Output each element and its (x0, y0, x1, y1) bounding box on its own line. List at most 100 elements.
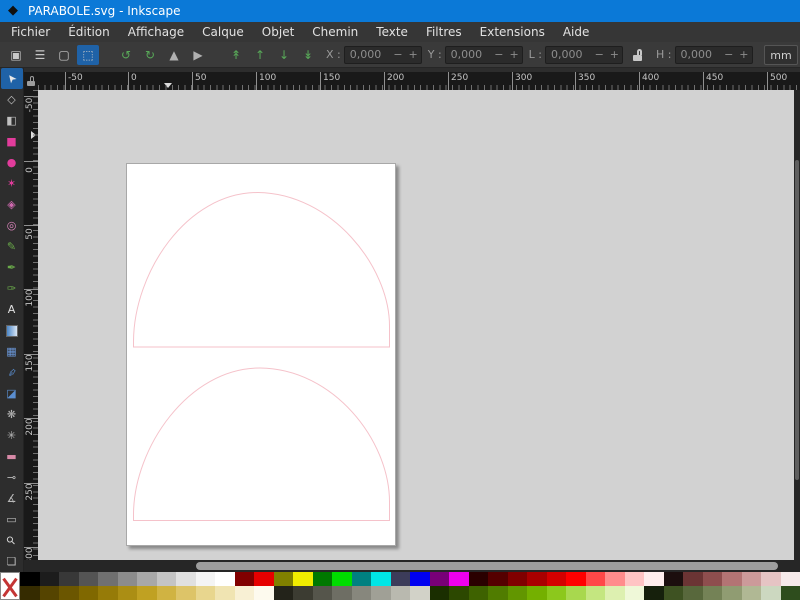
horizontal-ruler[interactable]: -50050100150200250300350400450500 (38, 72, 800, 90)
vertical-scrollbar[interactable] (794, 90, 800, 560)
color-swatch[interactable] (20, 586, 40, 600)
color-swatch[interactable] (235, 572, 255, 586)
color-swatch[interactable] (625, 586, 645, 600)
color-swatch[interactable] (313, 586, 333, 600)
color-swatch[interactable] (196, 572, 216, 586)
color-swatch[interactable] (547, 586, 567, 600)
measure-tool[interactable]: ∡ (1, 488, 23, 509)
menu-item-fichier[interactable]: Fichier (2, 23, 59, 41)
color-swatch[interactable] (469, 572, 489, 586)
lower-to-bottom-button[interactable]: ↡ (297, 45, 319, 65)
color-swatch[interactable] (644, 572, 664, 586)
ellipse-tool[interactable]: ● (1, 152, 23, 173)
text-tool[interactable]: A (1, 299, 23, 320)
paint-bucket-tool[interactable]: ◪ (1, 383, 23, 404)
vertical-ruler[interactable]: -50050100150200250300 (24, 90, 38, 560)
h-increment-button[interactable]: + (736, 48, 751, 61)
color-swatch[interactable] (254, 586, 274, 600)
node-tool[interactable]: ◇ (1, 89, 23, 110)
color-swatch[interactable] (605, 586, 625, 600)
color-swatch[interactable] (118, 586, 138, 600)
color-swatch[interactable] (488, 586, 508, 600)
rotate-ccw-button[interactable]: ↺ (115, 45, 137, 65)
menu-item-extensions[interactable]: Extensions (471, 23, 554, 41)
color-swatch[interactable] (196, 586, 216, 600)
color-swatch[interactable] (176, 586, 196, 600)
color-swatch[interactable] (430, 586, 450, 600)
color-swatch[interactable] (742, 586, 762, 600)
color-swatch[interactable] (98, 586, 118, 600)
menu-item-aide[interactable]: Aide (554, 23, 599, 41)
color-swatch[interactable] (79, 586, 99, 600)
spiral-tool[interactable]: ◎ (1, 215, 23, 236)
color-swatch[interactable] (40, 586, 60, 600)
eraser-tool[interactable]: ▬ (1, 446, 23, 467)
connector-tool[interactable]: ⊸ (1, 467, 23, 488)
vertical-scrollbar-thumb[interactable] (795, 160, 799, 480)
color-swatch[interactable] (332, 572, 352, 586)
l-increment-button[interactable]: + (607, 48, 622, 61)
menu-item-affichage[interactable]: Affichage (119, 23, 193, 41)
color-swatch[interactable] (761, 586, 781, 600)
raise-button[interactable]: ↑ (249, 45, 271, 65)
l-input[interactable]: 0,000−+ (545, 46, 623, 64)
color-swatch[interactable] (293, 572, 313, 586)
color-swatch[interactable] (683, 586, 703, 600)
horizontal-scrollbar[interactable] (24, 560, 800, 572)
color-swatch[interactable] (20, 572, 40, 586)
color-swatch[interactable] (644, 586, 664, 600)
box-3d-tool[interactable]: ◈ (1, 194, 23, 215)
color-swatch[interactable] (118, 572, 138, 586)
color-swatch[interactable] (371, 572, 391, 586)
page[interactable] (126, 163, 396, 546)
unit-selector[interactable]: mm (764, 45, 798, 65)
color-swatch[interactable] (722, 572, 742, 586)
x-decrement-button[interactable]: − (390, 48, 405, 61)
menu-item-edition[interactable]: Édition (59, 23, 119, 41)
pages-tool[interactable]: ❏ (1, 551, 23, 572)
color-swatch[interactable] (547, 572, 567, 586)
tweak-tool[interactable]: ❋ (1, 404, 23, 425)
y-increment-button[interactable]: + (506, 48, 521, 61)
ruler-corner[interactable] (24, 72, 38, 90)
dropper-tool[interactable]: ✑ (1, 362, 23, 383)
pencil-tool[interactable]: ✎ (1, 236, 23, 257)
color-swatch[interactable] (235, 586, 255, 600)
color-swatch[interactable] (79, 572, 99, 586)
color-swatch[interactable] (313, 572, 333, 586)
gradient-tool[interactable] (1, 320, 23, 341)
menu-item-filtres[interactable]: Filtres (417, 23, 471, 41)
color-swatch[interactable] (527, 586, 547, 600)
color-swatch[interactable] (157, 586, 177, 600)
color-swatch[interactable] (371, 586, 391, 600)
color-swatch[interactable] (352, 586, 372, 600)
color-swatch[interactable] (703, 572, 723, 586)
color-swatch[interactable] (352, 572, 372, 586)
color-swatch[interactable] (137, 572, 157, 586)
canvas[interactable] (38, 90, 794, 560)
color-swatch[interactable] (215, 586, 235, 600)
x-increment-button[interactable]: + (406, 48, 421, 61)
selection-box-toggle[interactable]: ⬚ (77, 45, 99, 65)
color-swatch[interactable] (781, 586, 800, 600)
color-swatch[interactable] (59, 586, 79, 600)
color-swatch[interactable] (566, 586, 586, 600)
color-swatch[interactable] (391, 586, 411, 600)
horizontal-scrollbar-thumb[interactable] (196, 562, 778, 570)
select-all-button[interactable]: ▣ (5, 45, 27, 65)
color-swatch[interactable] (430, 572, 450, 586)
color-swatch[interactable] (761, 572, 781, 586)
lower-button[interactable]: ↓ (273, 45, 295, 65)
color-swatch[interactable] (722, 586, 742, 600)
color-swatch[interactable] (469, 586, 489, 600)
color-swatch[interactable] (664, 572, 684, 586)
mesh-gradient-tool[interactable]: ▦ (1, 341, 23, 362)
lock-ratio-toggle[interactable] (633, 49, 644, 61)
zoom-tool[interactable]: ⚲ (1, 530, 23, 551)
color-swatch[interactable] (742, 572, 762, 586)
color-swatch[interactable] (176, 572, 196, 586)
flip-horizontal-button[interactable]: ▲ (163, 45, 185, 65)
x-input[interactable]: 0,000−+ (344, 46, 422, 64)
color-swatch[interactable] (274, 586, 294, 600)
menu-item-texte[interactable]: Texte (367, 23, 417, 41)
